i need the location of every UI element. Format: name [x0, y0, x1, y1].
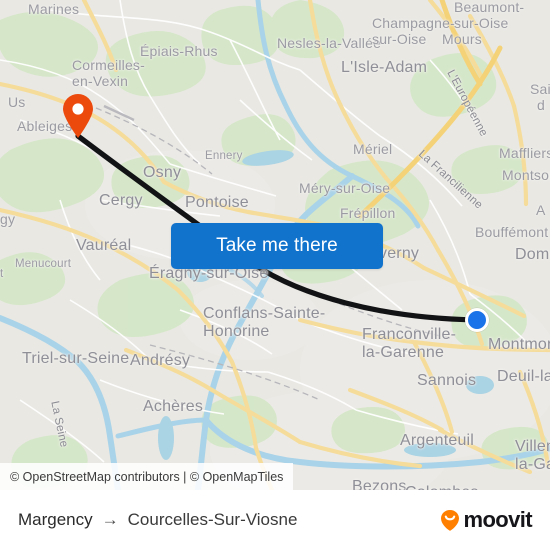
trip-summary: Margency → Courcelles-Sur-Viosne	[18, 510, 297, 530]
arrow-icon: →	[101, 510, 119, 529]
origin-marker[interactable]	[61, 93, 95, 139]
bottom-bar: Margency → Courcelles-Sur-Viosne moovit	[0, 490, 550, 550]
map-canvas[interactable]: Marines Épiais-Rhus Cormeilles-en-Vexin Nes…	[0, 0, 550, 490]
trip-origin: Margency	[18, 510, 93, 529]
map-attribution[interactable]: © OpenStreetMap contributors | © OpenMap…	[0, 463, 294, 490]
take-me-there-label: Take me there	[216, 235, 338, 256]
destination-marker[interactable]	[465, 308, 489, 332]
trip-destination: Courcelles-Sur-Viosne	[127, 510, 298, 529]
attribution-text: © OpenStreetMap contributors | © OpenMap…	[10, 469, 284, 484]
moovit-trip-map-screen: Marines Épiais-Rhus Cormeilles-en-Vexin Nes…	[0, 0, 550, 550]
map-pin-icon	[63, 94, 93, 138]
take-me-there-button[interactable]: Take me there	[171, 223, 383, 269]
moovit-pin-icon	[441, 510, 460, 531]
moovit-wordmark: moovit	[463, 507, 532, 532]
moovit-logo[interactable]: moovit	[438, 507, 533, 533]
